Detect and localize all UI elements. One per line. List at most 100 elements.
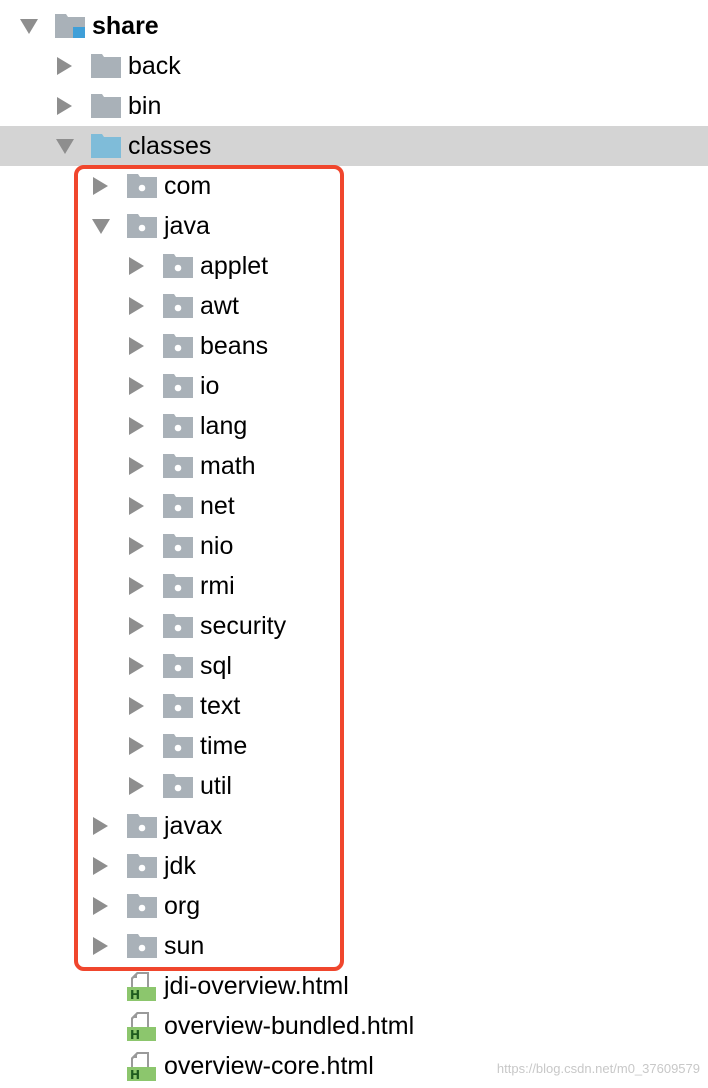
tree-row-label: rmi [200,572,235,600]
expand-arrow-right-icon[interactable] [93,857,108,875]
tree-row-lang[interactable]: lang [0,406,708,446]
expand-arrow-right-icon[interactable] [129,777,144,795]
expand-arrow-right-icon[interactable] [93,177,108,195]
tree-row-javax[interactable]: javax [0,806,708,846]
tree-row-jdk[interactable]: jdk [0,846,708,886]
expand-arrow-right-icon[interactable] [129,737,144,755]
tree-row-math[interactable]: math [0,446,708,486]
expand-arrow-right-icon[interactable] [129,577,144,595]
expand-arrow-right-icon[interactable] [129,617,144,635]
html-file-icon: H [127,1051,157,1082]
tree-row-io[interactable]: io [0,366,708,406]
tree-row-text[interactable]: text [0,686,708,726]
tree-row-label: overview-core.html [164,1052,374,1080]
tree-row-label: time [200,732,248,760]
html-file-icon: H [127,1011,157,1042]
package-folder-icon [127,854,157,878]
tree-row-label: awt [200,292,239,320]
expand-arrow-down-icon[interactable] [20,19,38,34]
package-folder-icon [163,374,193,398]
tree-row-label: org [164,892,201,920]
module-folder-icon [55,14,85,38]
expand-arrow-right-icon[interactable] [57,57,72,75]
expand-arrow-right-icon[interactable] [129,377,144,395]
tree-row-label: nio [200,532,234,560]
tree-row-overview-bundled[interactable]: Hoverview-bundled.html [0,1006,708,1046]
package-folder-icon [163,534,193,558]
expand-arrow-right-icon[interactable] [93,897,108,915]
tree-row-back[interactable]: back [0,46,708,86]
tree-row-label: sql [200,652,232,680]
package-folder-icon [127,214,157,238]
tree-row-label: bin [128,92,162,120]
tree-row-label: math [200,452,256,480]
package-folder-icon [163,494,193,518]
tree-row-label: javax [164,812,223,840]
svg-text:H: H [130,1068,140,1081]
tree-row-share[interactable]: share [0,6,708,46]
tree-row-net[interactable]: net [0,486,708,526]
package-folder-icon [163,454,193,478]
tree-row-label: lang [200,412,248,440]
expand-arrow-right-icon[interactable] [129,337,144,355]
package-folder-icon [163,614,193,638]
expand-arrow-right-icon[interactable] [129,257,144,275]
expand-arrow-down-icon[interactable] [92,219,110,234]
tree-row-jdi-overview[interactable]: Hjdi-overview.html [0,966,708,1006]
tree-row-label: util [200,772,232,800]
svg-text:H: H [130,988,140,1001]
tree-row-label: text [200,692,241,720]
tree-row-rmi[interactable]: rmi [0,566,708,606]
html-file-icon: H [127,971,157,1002]
folder-icon [91,94,121,118]
package-folder-icon [163,774,193,798]
svg-text:H: H [130,1028,140,1041]
expand-arrow-right-icon[interactable] [57,97,72,115]
expand-arrow-down-icon[interactable] [56,139,74,154]
tree-row-label: jdi-overview.html [164,972,349,1000]
expand-arrow-right-icon[interactable] [93,817,108,835]
tree-row-nio[interactable]: nio [0,526,708,566]
tree-row-label: applet [200,252,269,280]
package-folder-icon [127,894,157,918]
expand-arrow-right-icon[interactable] [129,537,144,555]
tree-row-label: sun [164,932,205,960]
folder-icon [91,54,121,78]
tree-row-label: com [164,172,212,200]
expand-arrow-right-icon[interactable] [129,497,144,515]
package-folder-icon [163,654,193,678]
tree-row-bin[interactable]: bin [0,86,708,126]
package-folder-icon [127,814,157,838]
tree-row-awt[interactable]: awt [0,286,708,326]
tree-row-security[interactable]: security [0,606,708,646]
project-tree: share back bin classes com java applet awt beans… [0,6,708,1086]
tree-row-label: share [92,12,159,40]
expand-arrow-right-icon[interactable] [129,457,144,475]
tree-row-org[interactable]: org [0,886,708,926]
tree-row-label: beans [200,332,269,360]
tree-row-util[interactable]: util [0,766,708,806]
tree-row-classes[interactable]: classes [0,126,708,166]
tree-row-beans[interactable]: beans [0,326,708,366]
package-folder-icon [163,694,193,718]
tree-row-label: security [200,612,287,640]
expand-arrow-right-icon[interactable] [129,657,144,675]
tree-row-applet[interactable]: applet [0,246,708,286]
package-folder-icon [163,294,193,318]
expand-arrow-right-icon[interactable] [129,697,144,715]
tree-row-sql[interactable]: sql [0,646,708,686]
tree-row-label: overview-bundled.html [164,1012,415,1040]
expand-arrow-right-icon[interactable] [129,297,144,315]
source-folder-icon [91,134,121,158]
tree-row-time[interactable]: time [0,726,708,766]
tree-row-label: jdk [164,852,196,880]
package-folder-icon [127,934,157,958]
package-folder-icon [163,254,193,278]
tree-row-sun[interactable]: sun [0,926,708,966]
expand-arrow-right-icon[interactable] [93,937,108,955]
tree-row-java[interactable]: java [0,206,708,246]
tree-row-com[interactable]: com [0,166,708,206]
tree-row-label: io [200,372,220,400]
watermark-text: https://blog.csdn.net/m0_37609579 [496,1061,700,1076]
expand-arrow-right-icon[interactable] [129,417,144,435]
